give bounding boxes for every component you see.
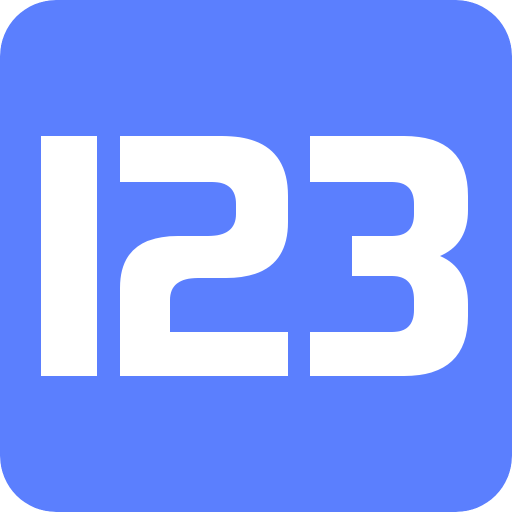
digit-two-glyph [120, 136, 288, 376]
app-icon: 123 [0, 0, 512, 512]
123-logo-icon [0, 0, 512, 512]
digit-one-glyph [41, 136, 97, 376]
